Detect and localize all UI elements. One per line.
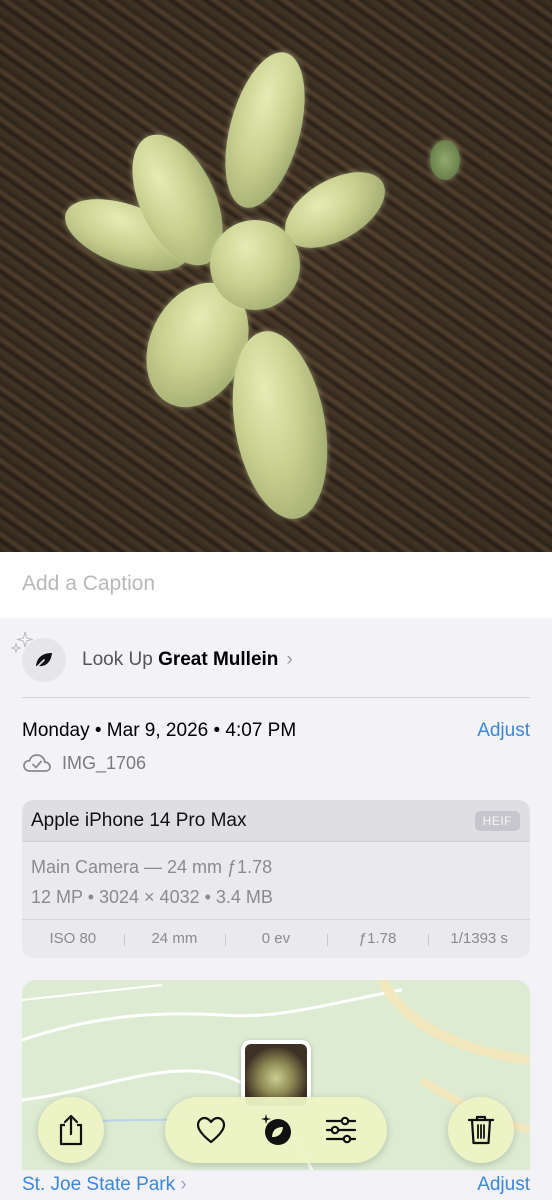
- lookup-label: Look Up Great Mullein: [82, 649, 278, 671]
- exif-card: Apple iPhone 14 Pro Max HEIF Main Camera…: [22, 800, 530, 958]
- stat-iso: ISO 80: [49, 930, 97, 947]
- exif-lines: Main Camera — 24 mm ƒ1.78 12 MP • 3024 ×…: [22, 842, 530, 920]
- adjust-date-button[interactable]: Adjust: [477, 720, 530, 742]
- leaf-badge: [22, 638, 66, 682]
- lens-info: Main Camera — 24 mm ƒ1.78: [31, 857, 273, 877]
- location-row: St. Joe State Park › Adjust: [22, 1174, 530, 1196]
- photo[interactable]: [0, 0, 552, 552]
- visual-lookup-button[interactable]: [256, 1110, 296, 1150]
- chevron-right-icon: ›: [286, 649, 293, 670]
- trash-icon: [467, 1115, 495, 1145]
- heart-icon: [197, 1116, 226, 1144]
- location-name-link[interactable]: St. Joe State Park ›: [22, 1174, 187, 1196]
- share-icon: [59, 1114, 83, 1146]
- leaf-icon: [35, 653, 52, 669]
- lookup-subject: Great Mullein: [158, 649, 279, 670]
- stat-shutter: 1/1393 s: [428, 930, 530, 947]
- caption-placeholder: Add a Caption: [22, 572, 156, 595]
- adjust-sliders-icon: [325, 1116, 356, 1144]
- location-name: St. Joe State Park: [22, 1174, 176, 1195]
- stat-focal-length: 24 mm: [123, 930, 226, 947]
- photo-sprout: [430, 140, 460, 180]
- stat-exposure-bias: 0 ev: [225, 930, 327, 947]
- photo-leaf: [210, 43, 320, 217]
- exif-stats: ISO 80 24 mm 0 ev ƒ1.78 1/1393 s: [22, 920, 530, 957]
- share-button[interactable]: [38, 1097, 104, 1163]
- icloud-check-icon: [23, 754, 51, 772]
- chevron-right-icon: ›: [180, 1174, 187, 1195]
- photo-leaf: [210, 220, 300, 310]
- stat-aperture: ƒ1.78: [326, 930, 429, 947]
- format-badge: HEIF: [474, 810, 520, 831]
- toolbar-pill: [165, 1097, 387, 1163]
- file-row: IMG_1706: [22, 752, 146, 774]
- lookup-row[interactable]: Look Up Great Mullein ›: [22, 636, 530, 684]
- favorite-button[interactable]: [191, 1110, 231, 1150]
- edit-adjust-button[interactable]: [321, 1110, 361, 1150]
- divider: [22, 697, 530, 698]
- visual-lookup-icon: [260, 1114, 291, 1145]
- delete-button[interactable]: [448, 1097, 514, 1163]
- resolution-info: 12 MP • 3024 × 4032 • 3.4 MB: [31, 887, 273, 907]
- device-name: Apple iPhone 14 Pro Max: [31, 809, 247, 831]
- adjust-location-button[interactable]: Adjust: [477, 1174, 530, 1196]
- photo-date: Monday • Mar 9, 2026 • 4:07 PM: [22, 720, 297, 741]
- date-row: Monday • Mar 9, 2026 • 4:07 PM Adjust: [22, 720, 530, 742]
- caption-field[interactable]: Add a Caption: [0, 552, 552, 618]
- exif-header: Apple iPhone 14 Pro Max HEIF: [22, 800, 530, 842]
- file-name: IMG_1706: [62, 752, 147, 773]
- lookup-prefix: Look Up: [82, 649, 153, 670]
